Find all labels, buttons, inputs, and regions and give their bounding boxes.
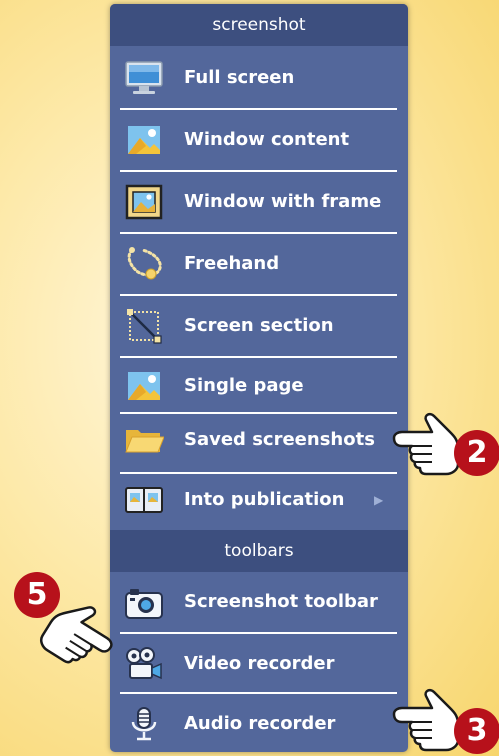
menu-item-single-page[interactable]: Single page bbox=[110, 356, 408, 416]
menu-item-window-content[interactable]: Window content bbox=[110, 110, 408, 170]
callout-saved-screenshots: 2 bbox=[392, 410, 499, 480]
menu-item-label: Full screen bbox=[184, 67, 295, 88]
lasso-icon bbox=[124, 246, 164, 282]
menu-item-full-screen[interactable]: Full screen bbox=[110, 48, 408, 108]
section-header-screenshot: screenshot bbox=[110, 4, 408, 46]
menu-item-saved-screenshots[interactable]: Saved screenshots bbox=[110, 410, 408, 470]
menu-item-into-publication[interactable]: Into publication ▶ bbox=[110, 470, 408, 530]
menu-item-label: Into publication bbox=[184, 489, 345, 510]
menu-item-window-with-frame[interactable]: Window with frame bbox=[110, 172, 408, 232]
section-header-toolbars: toolbars bbox=[110, 530, 408, 572]
context-menu: screenshot Full screen Window content Wi… bbox=[110, 4, 408, 752]
open-book-icon bbox=[124, 482, 164, 518]
menu-item-audio-recorder[interactable]: Audio recorder bbox=[110, 694, 408, 752]
menu-item-label: Single page bbox=[184, 375, 304, 396]
menu-item-label: Window with frame bbox=[184, 191, 382, 212]
picture-icon bbox=[124, 122, 164, 158]
menu-item-label: Screenshot toolbar bbox=[184, 591, 378, 612]
menu-item-freehand[interactable]: Freehand bbox=[110, 234, 408, 294]
callout-audio-recorder: 3 bbox=[392, 686, 499, 756]
menu-item-label: Screen section bbox=[184, 315, 334, 336]
badge-number: 3 bbox=[454, 708, 499, 754]
menu-item-video-recorder[interactable]: Video recorder bbox=[110, 634, 408, 694]
badge-number: 2 bbox=[454, 430, 499, 476]
microphone-icon bbox=[124, 706, 164, 742]
menu-item-label: Window content bbox=[184, 129, 350, 150]
menu-item-label: Video recorder bbox=[184, 653, 335, 674]
monitor-icon bbox=[124, 60, 164, 96]
folder-icon bbox=[124, 422, 164, 458]
menu-item-label: Saved screenshots bbox=[184, 429, 375, 450]
selection-crop-icon bbox=[124, 308, 164, 344]
framed-picture-icon bbox=[124, 184, 164, 220]
menu-item-label: Freehand bbox=[184, 253, 280, 274]
menu-item-screenshot-toolbar[interactable]: Screenshot toolbar bbox=[110, 572, 408, 632]
menu-item-screen-section[interactable]: Screen section bbox=[110, 296, 408, 356]
menu-item-label: Audio recorder bbox=[184, 713, 336, 734]
badge-number: 5 bbox=[14, 572, 60, 618]
callout-screenshot-toolbar: 5 bbox=[10, 570, 140, 680]
picture-icon bbox=[124, 368, 164, 404]
submenu-arrow-icon: ▶ bbox=[374, 493, 384, 507]
